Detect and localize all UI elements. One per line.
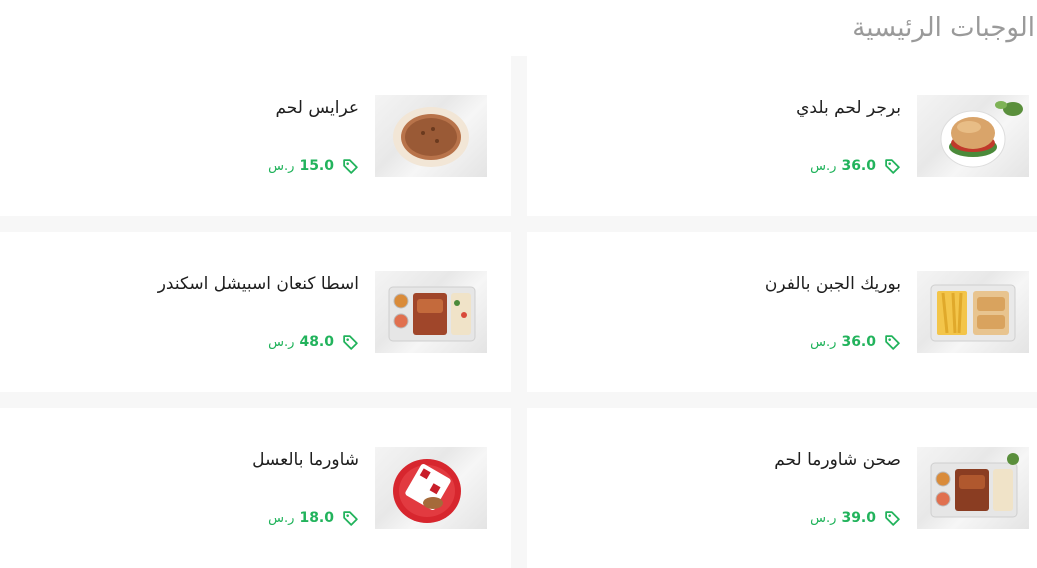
price-row: ر.س 48.0 xyxy=(268,332,359,352)
currency-label: ر.س xyxy=(810,334,837,350)
currency-label: ر.س xyxy=(268,334,295,350)
price-row: ر.س 36.0 xyxy=(810,156,901,176)
price-value: 36.0 xyxy=(841,158,876,174)
item-name[interactable]: برجر لحم بلدي xyxy=(796,98,901,118)
arayes-pizza-icon[interactable] xyxy=(375,95,487,177)
honey-shawarma-wrap-icon[interactable] xyxy=(375,447,487,529)
price-tag-icon xyxy=(343,334,358,350)
iskender-tray-icon[interactable] xyxy=(375,271,487,353)
price-value: 15.0 xyxy=(299,158,334,174)
price-row: ر.س 36.0 xyxy=(810,332,901,352)
menu-item-card[interactable]: اسطا كنعان اسبيشل اسكندر ر.س 48.0 xyxy=(0,232,511,392)
price-row: ر.س 15.0 xyxy=(268,156,359,176)
menu-item-card[interactable]: برجر لحم بلدي ر.س 36.0 xyxy=(527,56,1037,216)
menu-item-card[interactable]: شاورما بالعسل ر.س 18.0 xyxy=(0,408,511,568)
price-tag-icon xyxy=(343,158,358,174)
currency-label: ر.س xyxy=(810,510,837,526)
price-value: 36.0 xyxy=(841,334,876,350)
price-tag-icon xyxy=(885,334,900,350)
currency-label: ر.س xyxy=(810,158,837,174)
price-row: ر.س 18.0 xyxy=(268,508,359,528)
menu-item-card[interactable]: عرايس لحم ر.س 15.0 xyxy=(0,56,511,216)
price-value: 18.0 xyxy=(299,510,334,526)
shawarma-plate-icon[interactable] xyxy=(917,447,1029,529)
price-tag-icon xyxy=(885,158,900,174)
price-tag-icon xyxy=(885,510,900,526)
item-name[interactable]: بوريك الجبن بالفرن xyxy=(765,274,901,294)
item-name[interactable]: عرايس لحم xyxy=(275,98,359,118)
item-name[interactable]: شاورما بالعسل xyxy=(252,450,359,470)
section-title: الوجبات الرئيسية xyxy=(0,8,1037,52)
price-value: 48.0 xyxy=(299,334,334,350)
currency-label: ر.س xyxy=(268,510,295,526)
burger-plate-icon[interactable] xyxy=(917,95,1029,177)
item-name[interactable]: اسطا كنعان اسبيشل اسكندر xyxy=(158,274,359,294)
price-row: ر.س 39.0 xyxy=(810,508,901,528)
menu-item-card[interactable]: صحن شاورما لحم ر.س 39.0 xyxy=(527,408,1037,568)
price-value: 39.0 xyxy=(841,510,876,526)
menu-item-card[interactable]: بوريك الجبن بالفرن ر.س 36.0 xyxy=(527,232,1037,392)
currency-label: ر.س xyxy=(268,158,295,174)
price-tag-icon xyxy=(343,510,358,526)
item-name[interactable]: صحن شاورما لحم xyxy=(774,450,901,470)
borek-fries-tray-icon[interactable] xyxy=(917,271,1029,353)
menu-grid: برجر لحم بلدي ر.س 36.0 عرايس لحم ر.س 15.… xyxy=(0,56,1037,568)
